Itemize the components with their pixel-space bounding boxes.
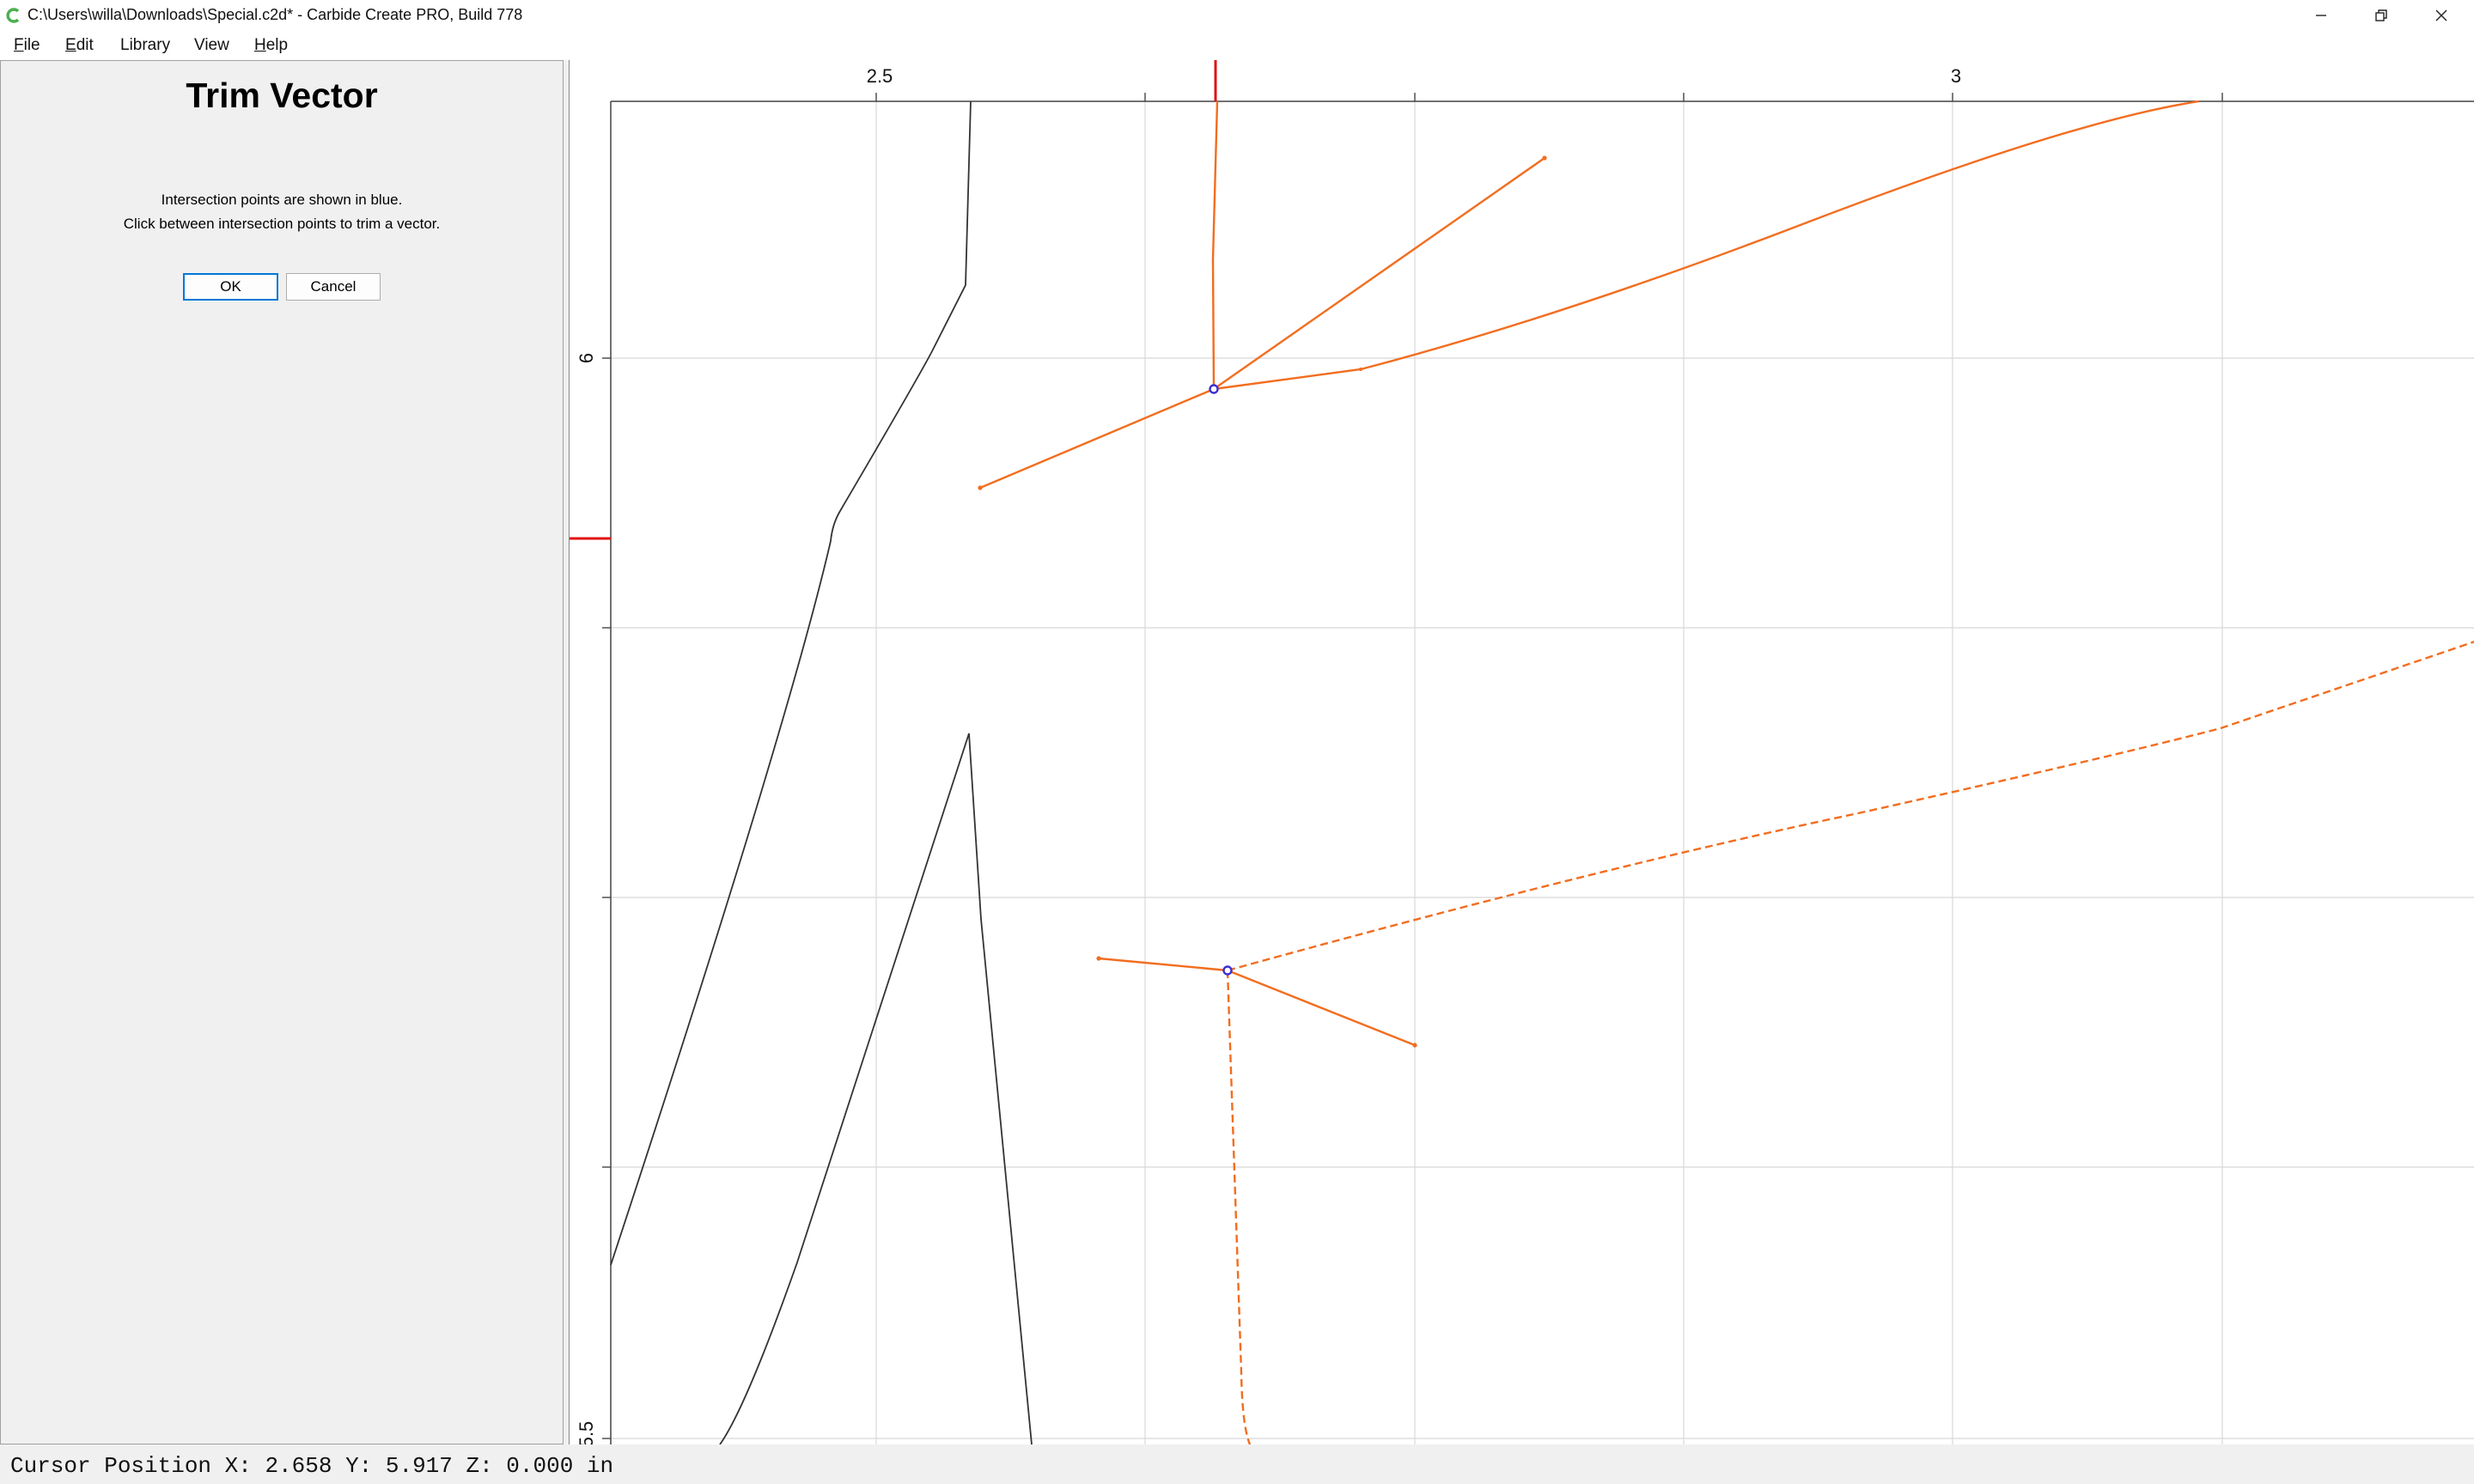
trim-vector-panel: Trim Vector Intersection points are show… [0, 60, 564, 1444]
vector-dashed-vertical[interactable] [1226, 970, 1252, 1444]
carbide-logo-icon [6, 8, 20, 23]
panel-message-line2: Click between intersection points to tri… [123, 216, 441, 232]
panel-title: Trim Vector [186, 76, 378, 115]
vectors [979, 100, 2474, 1444]
design-canvas[interactable]: 2.5 3 6 5.5 [569, 60, 2474, 1444]
menu-help[interactable]: Help [254, 33, 288, 58]
close-icon [2435, 9, 2447, 21]
vector-left-short[interactable] [1098, 957, 1228, 972]
ruler-corner [570, 60, 611, 101]
panel-message-line1: Intersection points are shown in blue. [161, 192, 403, 208]
vector-vertical-top[interactable] [1211, 100, 1219, 390]
x-ruler: 2.5 3 [570, 60, 2474, 102]
ok-button[interactable]: OK [183, 273, 278, 301]
menu-library[interactable]: Library [120, 33, 170, 58]
menu-view[interactable]: View [194, 33, 229, 58]
menu-edit[interactable]: Edit [65, 33, 94, 58]
intersection-point-lower[interactable] [1222, 965, 1233, 976]
menu-file[interactable]: File [14, 33, 40, 58]
window-title: C:\Users\willa\Downloads\Special.c2d* - … [27, 6, 523, 23]
geometry-path-upper [610, 100, 972, 1266]
y-ruler: 6 5.5 [570, 101, 612, 1444]
canvas-svg[interactable]: 2.5 3 6 5.5 [570, 60, 2474, 1444]
intersection-point-upper[interactable] [1209, 384, 1219, 394]
menu-bar: File Edit Library View Help [0, 31, 2474, 60]
cursor-position-readout: Cursor Position X: 2.658 Y: 5.917 Z: 0.0… [10, 1453, 614, 1479]
vector-long-curve[interactable] [1213, 100, 2200, 391]
restore-icon [2375, 9, 2387, 21]
vector-diagonal-down[interactable] [1227, 969, 1416, 1047]
minimize-icon [2316, 15, 2326, 16]
y-ruler-label-5-5: 5.5 [576, 1421, 597, 1444]
x-ruler-label-2-5: 2.5 [867, 65, 893, 87]
close-button[interactable] [2412, 0, 2471, 31]
cancel-button[interactable]: Cancel [286, 273, 381, 301]
x-ruler-label-3: 3 [1951, 65, 1961, 87]
status-bar: Cursor Position X: 2.658 Y: 5.917 Z: 0.0… [0, 1448, 2474, 1484]
geometry-paths [610, 100, 1033, 1444]
vector-diagonal-short[interactable] [1213, 157, 1545, 390]
vector-left-branch[interactable] [979, 387, 1215, 490]
vector-endpoints [978, 155, 1547, 1048]
restore-button[interactable] [2352, 0, 2410, 31]
grid [611, 101, 2474, 1444]
title-bar: C:\Users\willa\Downloads\Special.c2d* - … [0, 0, 2474, 31]
minimize-button[interactable] [2292, 0, 2350, 31]
y-ruler-label-6: 6 [576, 353, 597, 363]
